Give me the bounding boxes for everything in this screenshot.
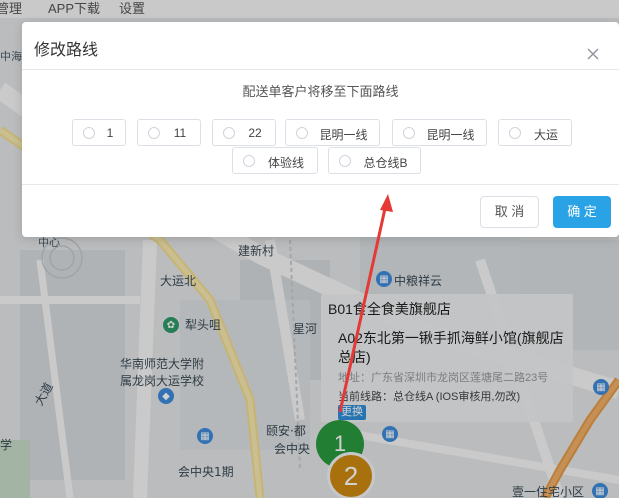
- annotation-arrow: [338, 194, 393, 413]
